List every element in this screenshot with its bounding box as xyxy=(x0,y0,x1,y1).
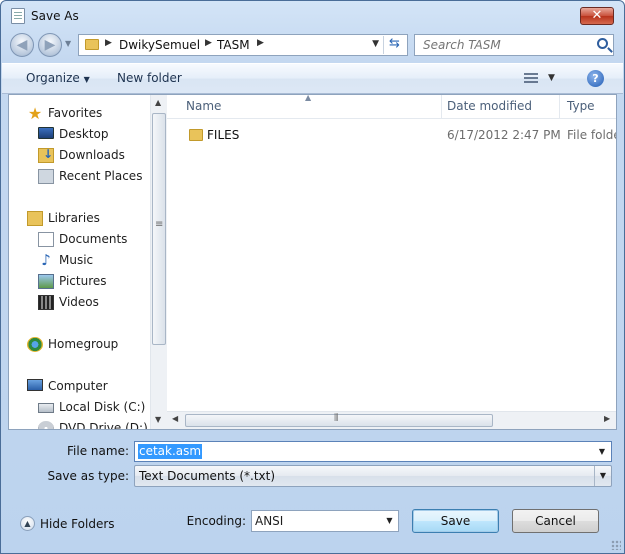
hard-drive-icon xyxy=(38,403,54,413)
nav-label: Computer xyxy=(48,379,108,393)
search-input[interactable] xyxy=(421,37,586,53)
file-name: FILES xyxy=(207,128,240,142)
nav-scrollbar[interactable]: ▲ ▼ xyxy=(150,95,167,429)
nav-label: Downloads xyxy=(59,148,125,162)
nav-label: Local Disk (C:) xyxy=(59,400,146,414)
breadcrumb-separator-icon[interactable]: ▶ xyxy=(105,38,112,48)
breadcrumb-dwikysemuel[interactable]: DwikySemuel xyxy=(119,38,200,52)
search-box[interactable] xyxy=(414,34,614,56)
nav-label: Desktop xyxy=(59,127,109,141)
file-type: File folder xyxy=(567,128,616,142)
file-date: 6/17/2012 2:47 PM xyxy=(447,128,561,142)
file-name-field[interactable]: cetak.asm ▼ xyxy=(134,441,612,462)
homegroup-icon xyxy=(27,337,43,352)
horizontal-scrollbar[interactable]: ◀ ▶ xyxy=(167,411,616,429)
horizontal-scroll-thumb[interactable] xyxy=(185,413,493,427)
folder-icon xyxy=(189,129,203,141)
address-dropdown-icon[interactable]: ▼ xyxy=(372,39,379,49)
notepad-icon xyxy=(11,8,25,24)
forward-button[interactable]: ▶ xyxy=(38,33,62,57)
help-icon[interactable]: ? xyxy=(587,70,604,87)
star-icon: ★ xyxy=(27,104,43,123)
close-button[interactable]: ✕ xyxy=(580,7,614,25)
save-as-dialog: Save As ✕ ◀ ▶ ▼ ▶ DwikySemuel ▶ TASM ▶ ▼… xyxy=(0,0,625,554)
chevron-down-icon: ▼ xyxy=(83,75,90,84)
desktop-icon xyxy=(38,127,54,139)
scroll-right-icon[interactable]: ▶ xyxy=(604,414,610,423)
recent-places-icon xyxy=(38,169,54,184)
save-button[interactable]: Save xyxy=(412,509,499,533)
folder-icon xyxy=(85,39,99,50)
column-type[interactable]: Type xyxy=(567,99,595,113)
nav-label: Music xyxy=(59,253,94,267)
window-title: Save As xyxy=(31,9,79,23)
music-icon: ♪ xyxy=(41,251,51,269)
nav-label: Homegroup xyxy=(48,337,119,351)
hide-folders-label: Hide Folders xyxy=(40,517,115,531)
cancel-button[interactable]: Cancel xyxy=(512,509,599,533)
recent-pages-dropdown[interactable]: ▼ xyxy=(65,39,71,48)
command-bar: Organize ▼ New folder ▼ ? xyxy=(2,63,623,94)
chevron-down-icon[interactable]: ▼ xyxy=(594,466,611,486)
search-icon[interactable] xyxy=(597,38,608,49)
title-bar: Save As ✕ xyxy=(1,1,624,31)
dvd-drive-icon xyxy=(38,421,54,429)
back-arrow-icon: ◀ xyxy=(16,37,28,53)
breadcrumb-separator-icon[interactable]: ▶ xyxy=(205,38,212,48)
save-as-type-label: Save as type: xyxy=(47,469,129,483)
encoding-value: ANSI xyxy=(255,514,284,528)
back-button[interactable]: ◀ xyxy=(10,33,34,57)
organize-button[interactable]: Organize ▼ xyxy=(26,71,90,85)
nav-label: Recent Places xyxy=(59,169,143,183)
refresh-icon[interactable]: ⇆ xyxy=(383,36,405,54)
file-list: ▲ Name Date modified Type FILES 6/17/201… xyxy=(167,95,616,429)
nav-label: Libraries xyxy=(48,211,100,225)
encoding-label: Encoding: xyxy=(186,514,246,528)
navigation-pane: ★ Favorites Desktop Downloads Recent Pla… xyxy=(9,95,156,429)
address-bar[interactable]: ▶ DwikySemuel ▶ TASM ▶ ▼ ⇆ xyxy=(78,34,408,56)
nav-scroll-thumb[interactable] xyxy=(152,113,166,345)
scroll-up-icon[interactable]: ▲ xyxy=(155,98,161,107)
save-as-type-value: Text Documents (*.txt) xyxy=(139,469,276,483)
pictures-icon xyxy=(38,274,54,289)
breadcrumb-separator-icon[interactable]: ▶ xyxy=(257,38,264,48)
save-as-type-select[interactable]: Text Documents (*.txt) ▼ xyxy=(134,465,612,487)
new-folder-button[interactable]: New folder xyxy=(117,71,182,85)
scroll-down-icon[interactable]: ▼ xyxy=(155,415,161,424)
sort-ascending-icon: ▲ xyxy=(305,95,312,102)
libraries-icon xyxy=(27,211,43,226)
table-row[interactable]: FILES 6/17/2012 2:47 PM File folder xyxy=(167,124,616,146)
breadcrumb-tasm[interactable]: TASM xyxy=(217,38,250,52)
views-dropdown-icon[interactable]: ▼ xyxy=(548,73,555,83)
organize-label: Organize xyxy=(26,71,80,85)
views-icon[interactable] xyxy=(524,73,538,85)
videos-icon xyxy=(38,295,54,310)
nav-label: DVD Drive (D:) GR xyxy=(59,421,156,429)
column-divider[interactable] xyxy=(441,95,442,119)
chevron-up-icon: ▲ xyxy=(20,516,35,531)
nav-label: Videos xyxy=(59,295,99,309)
chevron-down-icon[interactable]: ▼ xyxy=(381,511,398,531)
downloads-icon xyxy=(38,147,54,163)
documents-icon xyxy=(38,232,54,247)
column-divider[interactable] xyxy=(559,95,560,119)
file-name-value[interactable]: cetak.asm xyxy=(138,444,203,459)
address-row: ◀ ▶ ▼ ▶ DwikySemuel ▶ TASM ▶ ▼ ⇆ xyxy=(1,31,624,59)
column-name[interactable]: Name xyxy=(186,99,221,113)
nav-label: Favorites xyxy=(48,106,103,120)
file-name-label: File name: xyxy=(67,444,129,458)
column-headers: ▲ Name Date modified Type xyxy=(167,95,616,119)
column-date-modified[interactable]: Date modified xyxy=(447,99,532,113)
computer-icon xyxy=(27,379,43,391)
resize-grip[interactable] xyxy=(611,540,621,550)
chevron-down-icon[interactable]: ▼ xyxy=(594,443,610,460)
nav-label: Pictures xyxy=(59,274,107,288)
browser-pane: ★ Favorites Desktop Downloads Recent Pla… xyxy=(8,94,617,430)
forward-arrow-icon: ▶ xyxy=(44,37,56,53)
encoding-select[interactable]: ANSI ▼ xyxy=(251,510,399,532)
scroll-left-icon[interactable]: ◀ xyxy=(172,414,178,423)
nav-label: Documents xyxy=(59,232,128,246)
